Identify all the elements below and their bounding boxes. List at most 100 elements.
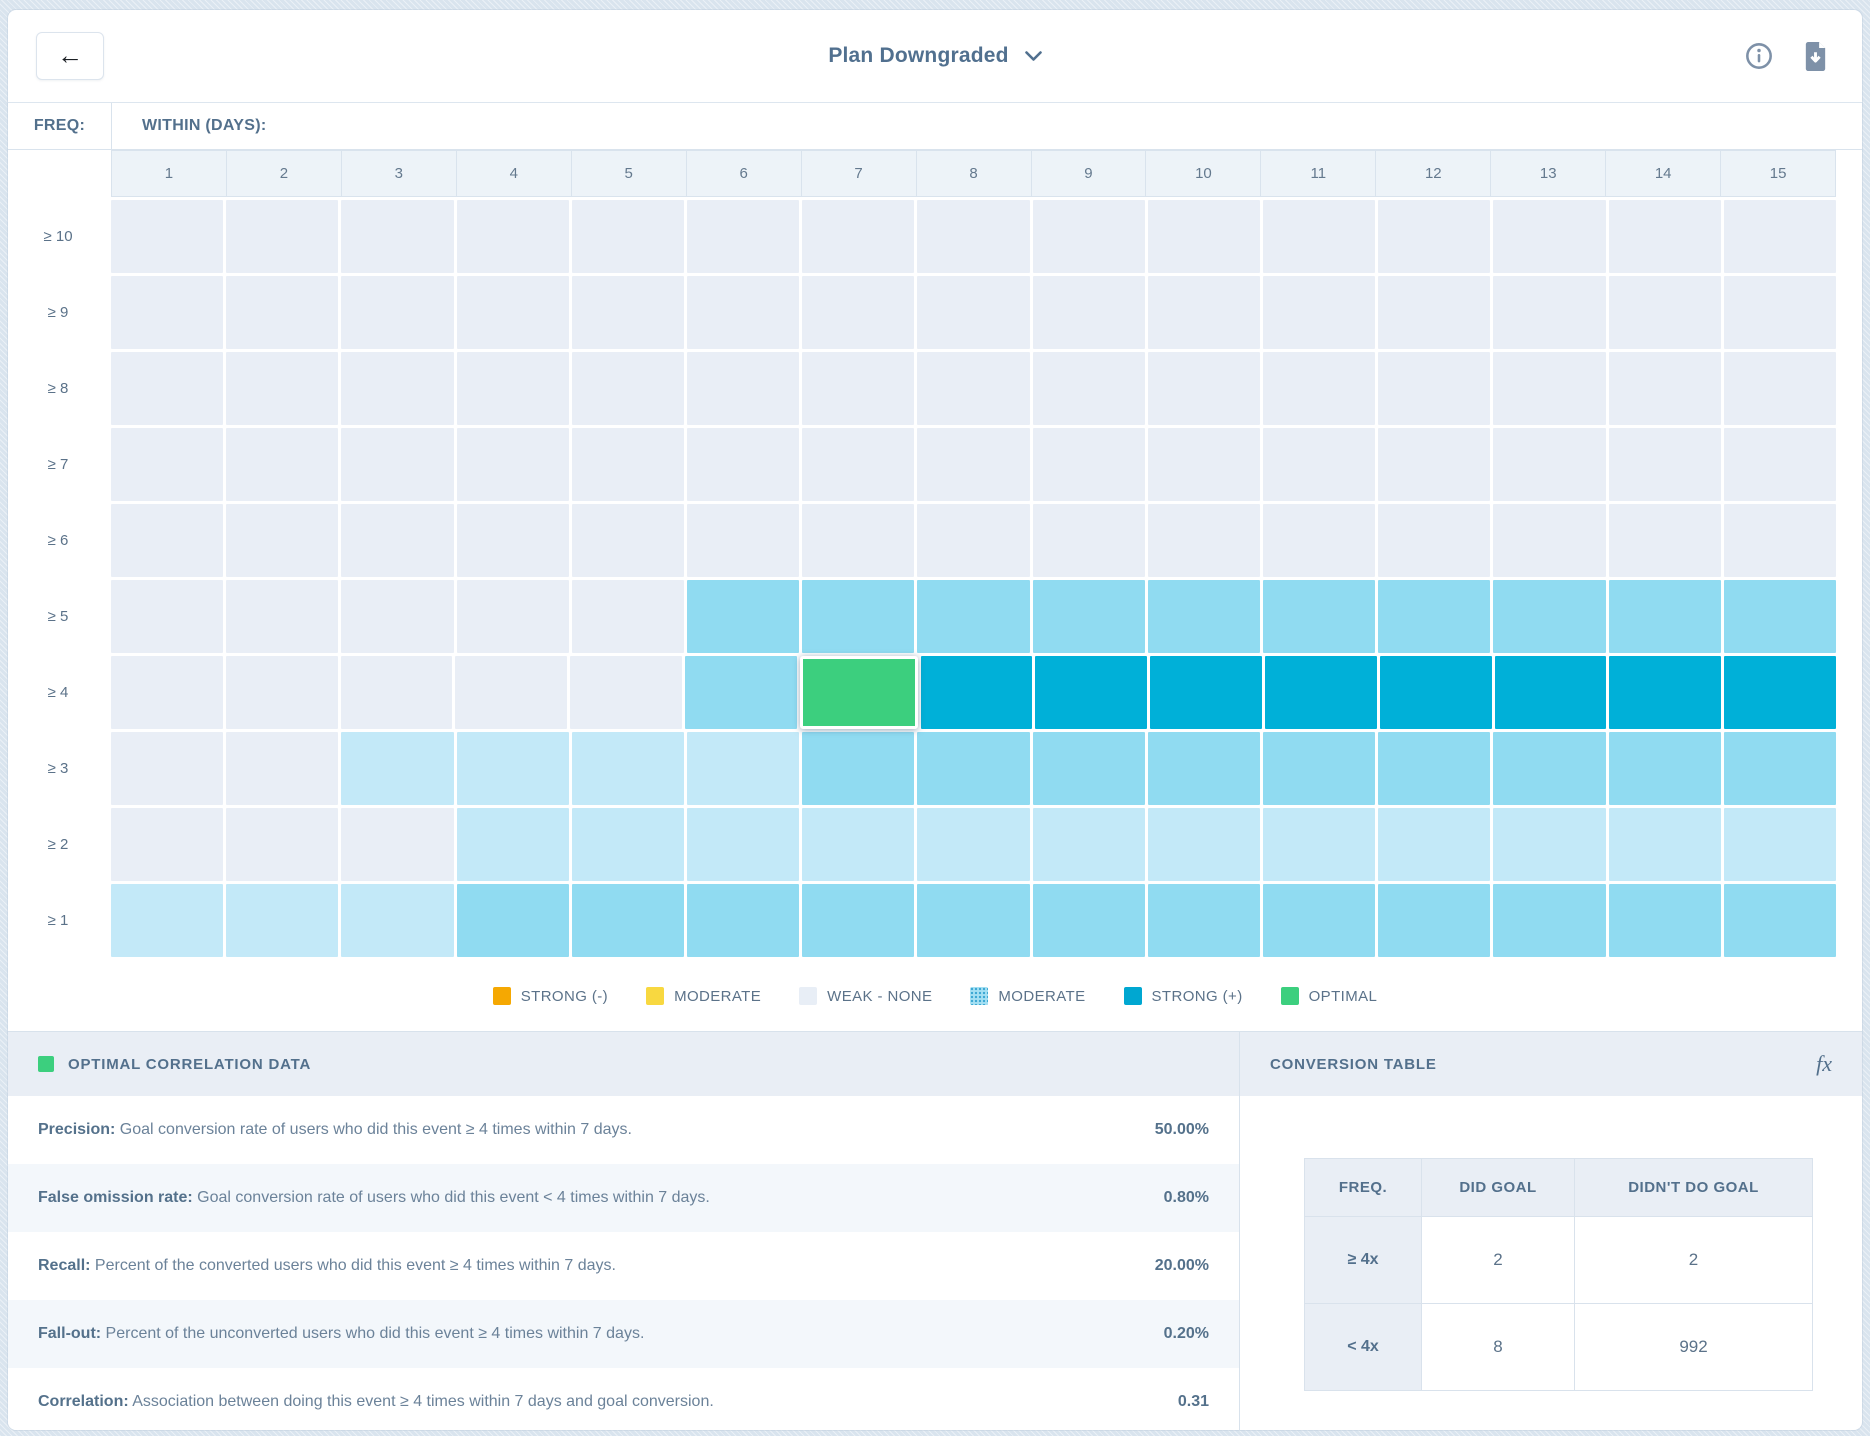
heatmap-cell-weak-none[interactable]: [341, 200, 453, 273]
heatmap-cell-moderate[interactable]: [1609, 732, 1721, 805]
heatmap-cell-weak-none[interactable]: [1263, 504, 1375, 577]
heatmap-cell-weak-moderate[interactable]: [687, 732, 799, 805]
heatmap-cell-weak-none[interactable]: [917, 428, 1029, 501]
heatmap-cell-weak-none[interactable]: [1378, 200, 1490, 273]
export-download-icon[interactable]: [1803, 42, 1828, 71]
heatmap-cell-weak-moderate[interactable]: [572, 808, 684, 881]
heatmap-cell-weak-none[interactable]: [1033, 276, 1145, 349]
heatmap-cell-weak-none[interactable]: [341, 352, 453, 425]
heatmap-cell-weak-none[interactable]: [572, 428, 684, 501]
heatmap-cell-weak-none[interactable]: [226, 352, 338, 425]
heatmap-cell-strong-positive[interactable]: [1724, 656, 1836, 729]
heatmap-cell-moderate[interactable]: [1609, 580, 1721, 653]
heatmap-cell-weak-none[interactable]: [802, 504, 914, 577]
heatmap-cell-moderate[interactable]: [917, 732, 1029, 805]
heatmap-cell-weak-none[interactable]: [457, 200, 569, 273]
heatmap-cell-moderate[interactable]: [1148, 732, 1260, 805]
heatmap-cell-weak-none[interactable]: [226, 732, 338, 805]
heatmap-cell-moderate[interactable]: [1378, 732, 1490, 805]
heatmap-cell-moderate[interactable]: [1033, 884, 1145, 957]
heatmap-cell-moderate[interactable]: [1724, 580, 1836, 653]
heatmap-cell-moderate[interactable]: [1493, 884, 1605, 957]
heatmap-cell-strong-positive[interactable]: [1495, 656, 1607, 729]
heatmap-cell-weak-moderate[interactable]: [226, 884, 338, 957]
heatmap-cell-weak-none[interactable]: [111, 428, 223, 501]
heatmap-cell-moderate[interactable]: [1609, 884, 1721, 957]
heatmap-cell-optimal[interactable]: [800, 656, 918, 729]
heatmap-cell-weak-none[interactable]: [1148, 276, 1260, 349]
heatmap-cell-weak-none[interactable]: [341, 504, 453, 577]
heatmap-cell-moderate[interactable]: [1263, 580, 1375, 653]
heatmap-cell-weak-none[interactable]: [457, 428, 569, 501]
heatmap-cell-weak-none[interactable]: [111, 580, 223, 653]
heatmap-cell-weak-none[interactable]: [226, 276, 338, 349]
heatmap-cell-weak-none[interactable]: [1493, 428, 1605, 501]
heatmap-cell-weak-moderate[interactable]: [457, 732, 569, 805]
heatmap-cell-moderate[interactable]: [1378, 580, 1490, 653]
heatmap-cell-weak-none[interactable]: [457, 580, 569, 653]
heatmap-cell-weak-none[interactable]: [917, 200, 1029, 273]
heatmap-cell-weak-none[interactable]: [917, 352, 1029, 425]
heatmap-cell-weak-none[interactable]: [341, 428, 453, 501]
heatmap-cell-weak-none[interactable]: [1263, 200, 1375, 273]
heatmap-cell-weak-none[interactable]: [1148, 200, 1260, 273]
heatmap-cell-strong-positive[interactable]: [1150, 656, 1262, 729]
heatmap-cell-moderate[interactable]: [1378, 884, 1490, 957]
heatmap-cell-weak-none[interactable]: [572, 352, 684, 425]
heatmap-cell-weak-none[interactable]: [226, 656, 338, 729]
event-selector-dropdown[interactable]: Plan Downgraded: [8, 10, 1862, 102]
heatmap-cell-weak-none[interactable]: [1724, 276, 1836, 349]
heatmap-cell-weak-none[interactable]: [917, 276, 1029, 349]
heatmap-cell-weak-none[interactable]: [572, 504, 684, 577]
heatmap-cell-weak-moderate[interactable]: [1378, 808, 1490, 881]
heatmap-cell-weak-none[interactable]: [1033, 428, 1145, 501]
heatmap-cell-weak-none[interactable]: [1378, 352, 1490, 425]
heatmap-cell-weak-none[interactable]: [341, 656, 453, 729]
heatmap-cell-weak-none[interactable]: [572, 276, 684, 349]
heatmap-cell-weak-none[interactable]: [1033, 200, 1145, 273]
heatmap-cell-moderate[interactable]: [1724, 884, 1836, 957]
heatmap-cell-weak-none[interactable]: [1033, 352, 1145, 425]
heatmap-cell-weak-none[interactable]: [687, 504, 799, 577]
heatmap-cell-weak-moderate[interactable]: [1033, 808, 1145, 881]
heatmap-cell-strong-positive[interactable]: [1035, 656, 1147, 729]
heatmap-cell-moderate[interactable]: [1263, 732, 1375, 805]
heatmap-cell-weak-none[interactable]: [226, 428, 338, 501]
heatmap-cell-weak-none[interactable]: [111, 732, 223, 805]
heatmap-cell-weak-none[interactable]: [111, 656, 223, 729]
heatmap-cell-moderate[interactable]: [572, 884, 684, 957]
heatmap-cell-weak-none[interactable]: [1609, 276, 1721, 349]
heatmap-cell-weak-none[interactable]: [687, 428, 799, 501]
heatmap-cell-weak-none[interactable]: [1724, 504, 1836, 577]
heatmap-cell-weak-none[interactable]: [1263, 428, 1375, 501]
heatmap-cell-weak-none[interactable]: [1148, 352, 1260, 425]
heatmap-cell-weak-moderate[interactable]: [457, 808, 569, 881]
heatmap-cell-weak-moderate[interactable]: [802, 808, 914, 881]
info-icon[interactable]: [1745, 42, 1773, 70]
heatmap-cell-strong-positive[interactable]: [1265, 656, 1377, 729]
heatmap-cell-weak-none[interactable]: [1493, 352, 1605, 425]
heatmap-cell-weak-none[interactable]: [341, 808, 453, 881]
heatmap-cell-weak-none[interactable]: [111, 200, 223, 273]
heatmap-cell-weak-none[interactable]: [1493, 276, 1605, 349]
heatmap-cell-weak-none[interactable]: [687, 352, 799, 425]
heatmap-cell-moderate[interactable]: [1033, 580, 1145, 653]
heatmap-cell-weak-none[interactable]: [111, 352, 223, 425]
heatmap-cell-moderate[interactable]: [1493, 732, 1605, 805]
heatmap-cell-moderate[interactable]: [1263, 884, 1375, 957]
heatmap-cell-weak-moderate[interactable]: [572, 732, 684, 805]
heatmap-cell-strong-positive[interactable]: [1609, 656, 1721, 729]
heatmap-cell-weak-none[interactable]: [1609, 352, 1721, 425]
heatmap-cell-weak-none[interactable]: [1493, 504, 1605, 577]
heatmap-cell-weak-none[interactable]: [457, 276, 569, 349]
heatmap-cell-weak-none[interactable]: [1148, 504, 1260, 577]
heatmap-cell-weak-none[interactable]: [917, 504, 1029, 577]
heatmap-cell-moderate[interactable]: [457, 884, 569, 957]
heatmap-cell-weak-none[interactable]: [1378, 276, 1490, 349]
heatmap-cell-weak-none[interactable]: [226, 580, 338, 653]
heatmap-cell-weak-none[interactable]: [1263, 276, 1375, 349]
heatmap-cell-moderate[interactable]: [1724, 732, 1836, 805]
heatmap-cell-weak-none[interactable]: [1148, 428, 1260, 501]
formula-fx-icon[interactable]: fx: [1816, 1051, 1832, 1077]
heatmap-cell-weak-moderate[interactable]: [1609, 808, 1721, 881]
